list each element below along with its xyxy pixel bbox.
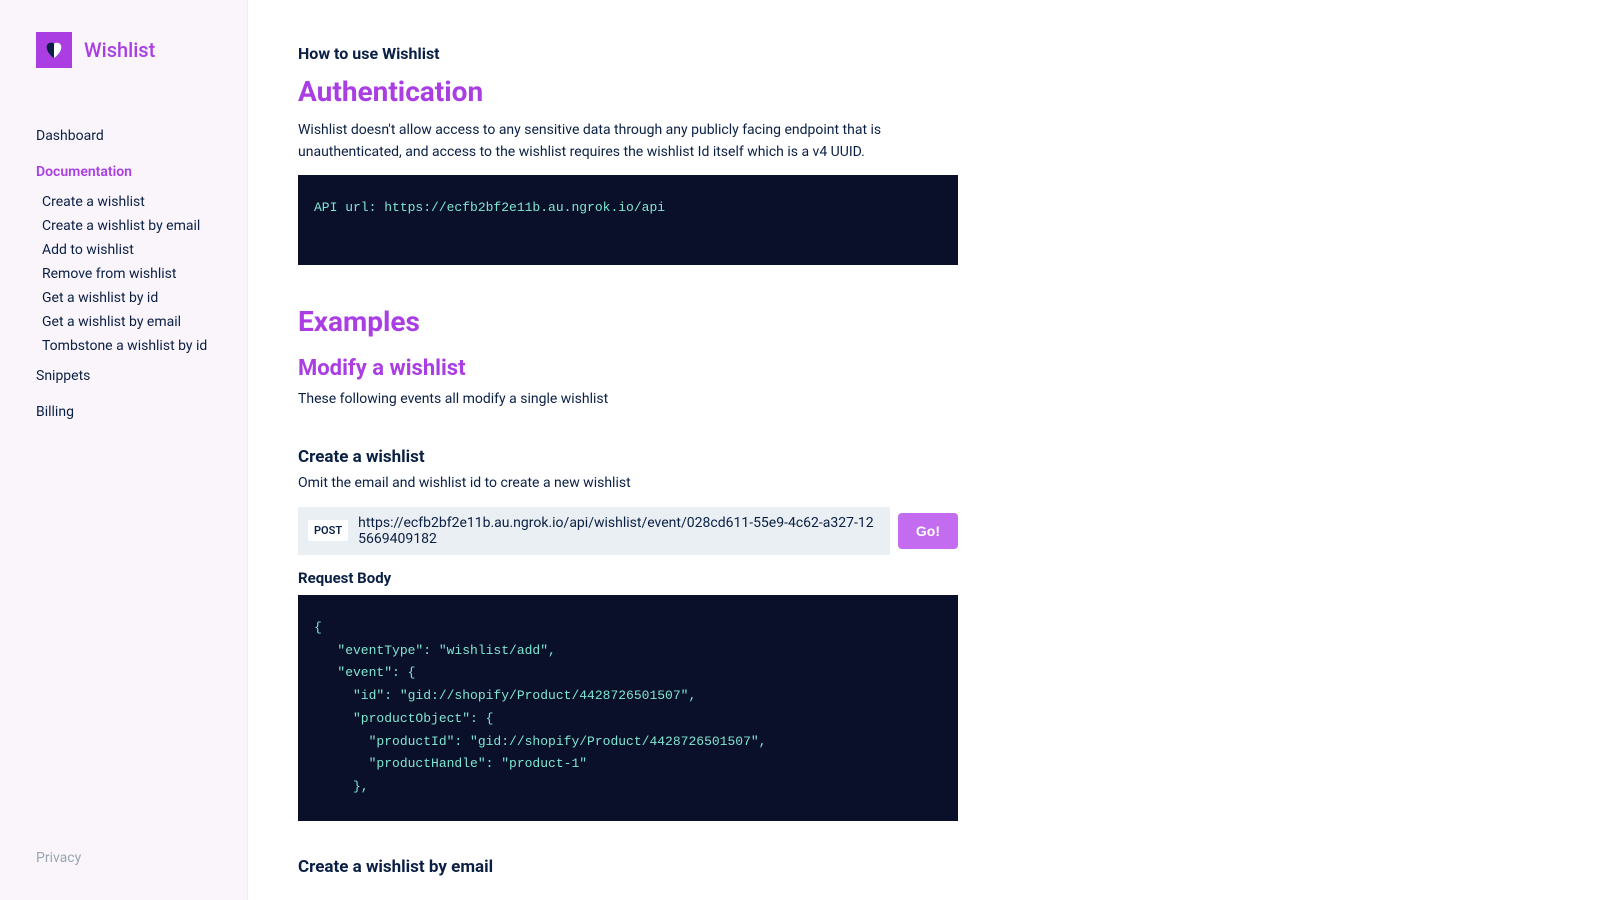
nav-documentation[interactable]: Documentation (36, 154, 247, 190)
api-url-codeblock: API url: https://ecfb2bf2e11b.au.ngrok.i… (298, 175, 958, 265)
create-wishlist-desc: Omit the email and wishlist id to create… (298, 473, 958, 495)
nav-snippets[interactable]: Snippets (36, 358, 247, 394)
endpoint-url: https://ecfb2bf2e11b.au.ngrok.io/api/wis… (358, 515, 880, 547)
sidebar: Wishlist Dashboard Documentation Create … (0, 0, 248, 900)
subnav-get-by-email[interactable]: Get a wishlist by email (42, 310, 247, 334)
auth-heading: Authentication (298, 75, 958, 108)
content-wrap: How to use Wishlist Authentication Wishl… (298, 44, 958, 877)
go-button[interactable]: Go! (898, 513, 958, 549)
request-body-codeblock: { "eventType": "wishlist/add", "event": … (298, 595, 958, 821)
brand-row[interactable]: Wishlist (0, 32, 247, 98)
subnav-create-wishlist[interactable]: Create a wishlist (42, 190, 247, 214)
brand-name: Wishlist (84, 38, 155, 62)
page-howto: How to use Wishlist (298, 44, 958, 63)
modify-body: These following events all modify a sing… (298, 389, 958, 411)
nav: Dashboard Documentation Create a wishlis… (0, 98, 247, 430)
subnav-add-to-wishlist[interactable]: Add to wishlist (42, 238, 247, 262)
nav-billing[interactable]: Billing (36, 394, 247, 430)
auth-body: Wishlist doesn't allow access to any sen… (298, 120, 958, 163)
subnav-create-by-email[interactable]: Create a wishlist by email (42, 214, 247, 238)
http-method-badge: POST (308, 520, 348, 541)
modify-heading: Modify a wishlist (298, 356, 958, 381)
endpoint-box: POST https://ecfb2bf2e11b.au.ngrok.io/ap… (298, 507, 890, 555)
create-wishlist-heading: Create a wishlist (298, 447, 958, 467)
create-by-email-heading: Create a wishlist by email (298, 857, 958, 877)
heart-icon (43, 39, 65, 61)
request-body-label: Request Body (298, 569, 958, 587)
nav-documentation-sub: Create a wishlist Create a wishlist by e… (36, 190, 247, 358)
nav-dashboard[interactable]: Dashboard (36, 118, 247, 154)
main-content: How to use Wishlist Authentication Wishl… (248, 0, 1600, 900)
subnav-remove-from-wishlist[interactable]: Remove from wishlist (42, 262, 247, 286)
sidebar-inner: Wishlist Dashboard Documentation Create … (0, 32, 247, 900)
brand-logo (36, 32, 72, 68)
examples-heading: Examples (298, 305, 958, 338)
subnav-get-by-id[interactable]: Get a wishlist by id (42, 286, 247, 310)
subnav-tombstone-by-id[interactable]: Tombstone a wishlist by id (42, 334, 247, 358)
endpoint-row: POST https://ecfb2bf2e11b.au.ngrok.io/ap… (298, 507, 958, 555)
nav-privacy[interactable]: Privacy (36, 850, 81, 866)
